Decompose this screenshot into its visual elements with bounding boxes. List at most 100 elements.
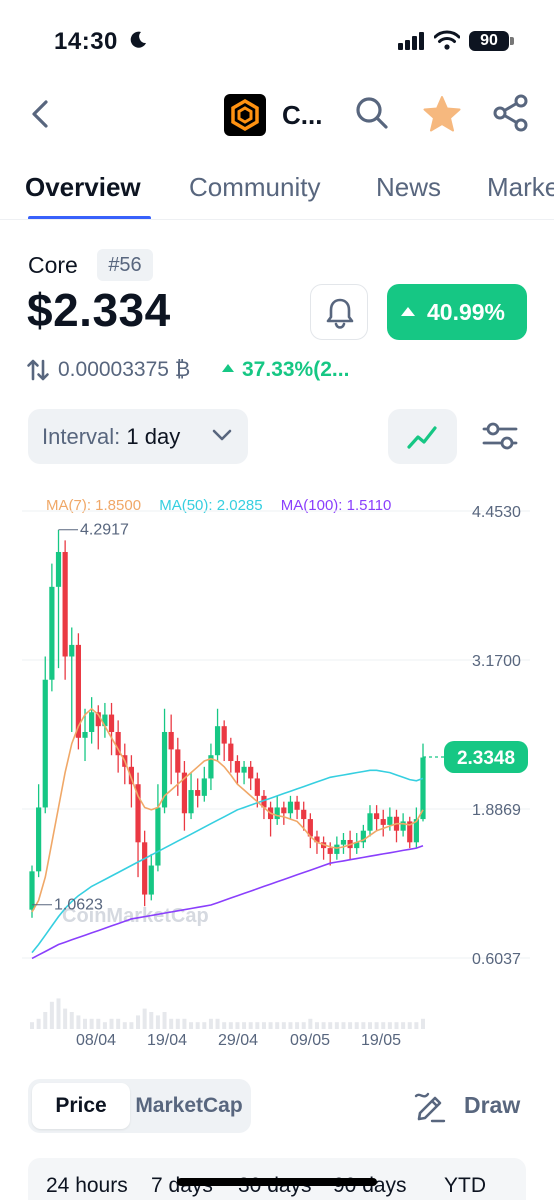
volume-bar: [63, 1008, 68, 1029]
candle-body: [62, 551, 68, 657]
price-change-badge[interactable]: 40.99%: [387, 284, 527, 340]
candle-body: [234, 761, 241, 773]
up-triangle-icon: [222, 364, 234, 372]
candle-body: [287, 801, 294, 814]
back-arrow-icon[interactable]: [26, 98, 56, 130]
volume-bar: [301, 1022, 306, 1029]
y-tick-label: 4.4530: [472, 504, 521, 521]
pencil-draw-icon: [414, 1092, 446, 1123]
price-chart[interactable]: 4.45303.17001.88690.6037CoinMarketCap4.2…: [0, 490, 554, 1050]
volume-bar: [361, 1022, 366, 1029]
draw-label: Draw: [464, 1092, 521, 1118]
candle-body: [175, 749, 181, 773]
candle-body: [228, 743, 234, 762]
core-logo-icon: [231, 98, 259, 132]
range-24h[interactable]: 24 hours: [46, 1174, 128, 1198]
volume-bar: [116, 1018, 121, 1029]
candle-body: [241, 766, 247, 773]
max-price-label: 4.2917: [80, 522, 129, 539]
volume-bar: [235, 1022, 240, 1029]
candle-body: [274, 807, 280, 820]
current-price-label: 2.3348: [457, 748, 515, 769]
candle-body: [281, 807, 287, 814]
volume-bar: [202, 1022, 207, 1029]
volume-bar: [381, 1022, 386, 1029]
x-tick-label: 19/04: [147, 1032, 187, 1049]
volume-bar: [189, 1022, 194, 1029]
candle-body: [327, 848, 333, 854]
volume-bar: [321, 1022, 326, 1029]
candle-body: [221, 726, 227, 744]
swap-arrows-icon: [27, 359, 49, 381]
volume-bar: [407, 1022, 412, 1029]
volume-bar: [175, 1018, 180, 1029]
candle-body: [89, 712, 95, 732]
candle-body: [188, 790, 194, 814]
tab-community[interactable]: Community: [189, 172, 320, 203]
btc-price-row[interactable]: 0.00003375 ₿ 37.33%(2...: [26, 356, 386, 386]
price-tab[interactable]: Price: [32, 1083, 130, 1129]
coin-name: Core: [28, 252, 78, 278]
volume-bar: [348, 1022, 353, 1029]
draw-button[interactable]: Draw: [412, 1086, 532, 1126]
status-time: 14:30: [54, 28, 118, 55]
range-ytd[interactable]: YTD: [444, 1174, 486, 1198]
candle-body: [195, 790, 201, 796]
volume-bar: [255, 1022, 260, 1029]
volume-bar: [228, 1022, 233, 1029]
volume-bar: [275, 1022, 280, 1029]
chart-settings-icon[interactable]: [478, 414, 522, 458]
signal-icon: [398, 32, 424, 50]
candle-body: [29, 871, 35, 910]
volume-bar: [89, 1018, 94, 1029]
volume-bar: [334, 1022, 339, 1029]
interval-value: 1 day: [126, 424, 181, 449]
star-icon[interactable]: [422, 94, 462, 134]
candle-body: [254, 778, 260, 796]
volume-bar: [49, 1001, 54, 1029]
line-chart-toggle[interactable]: [388, 409, 457, 464]
volume-bar: [136, 1015, 141, 1029]
candle-body: [214, 726, 221, 756]
y-tick-label: 0.6037: [472, 951, 521, 968]
volume-bar: [242, 1022, 247, 1029]
ma7-line: [31, 707, 424, 913]
volume-bar: [96, 1018, 101, 1029]
candle-body: [42, 679, 48, 808]
btc-price: 0.00003375 ₿: [58, 358, 191, 381]
x-tick-label: 29/04: [218, 1032, 258, 1049]
tab-overview[interactable]: Overview: [25, 172, 141, 203]
volume-bar: [308, 1018, 313, 1029]
section-tabs: Overview Community News Marke: [0, 160, 554, 220]
candle-body: [340, 839, 347, 845]
volume-bar: [268, 1022, 273, 1029]
interval-dropdown[interactable]: Interval: 1 day: [28, 409, 248, 464]
volume-bar: [314, 1022, 319, 1029]
candle-body: [168, 731, 174, 750]
volume-bar: [129, 1022, 134, 1029]
marketcap-tab[interactable]: MarketCap: [132, 1083, 246, 1129]
volume-bar: [394, 1022, 399, 1029]
interval-label: Interval:: [42, 424, 121, 449]
chevron-down-icon: [212, 429, 232, 441]
candle-body: [148, 865, 154, 895]
candle-body: [142, 842, 148, 895]
candle-body: [49, 586, 55, 680]
candle-body: [248, 766, 254, 779]
volume-bar: [367, 1022, 372, 1029]
price-alert-button[interactable]: [310, 284, 368, 340]
battery-tip: [510, 37, 514, 45]
candle-body: [108, 714, 115, 732]
volume-bar: [222, 1022, 227, 1029]
search-icon[interactable]: [354, 95, 390, 131]
candle-body: [201, 778, 207, 796]
volume-bar: [102, 1022, 107, 1029]
volume-bar: [195, 1022, 200, 1029]
candle-body: [301, 809, 307, 820]
wifi-icon: [434, 30, 460, 50]
tab-markets[interactable]: Marke: [487, 172, 554, 203]
tab-news[interactable]: News: [376, 172, 441, 203]
volume-bar: [374, 1022, 379, 1029]
volume-bar: [69, 1012, 74, 1029]
share-icon[interactable]: [492, 94, 530, 132]
